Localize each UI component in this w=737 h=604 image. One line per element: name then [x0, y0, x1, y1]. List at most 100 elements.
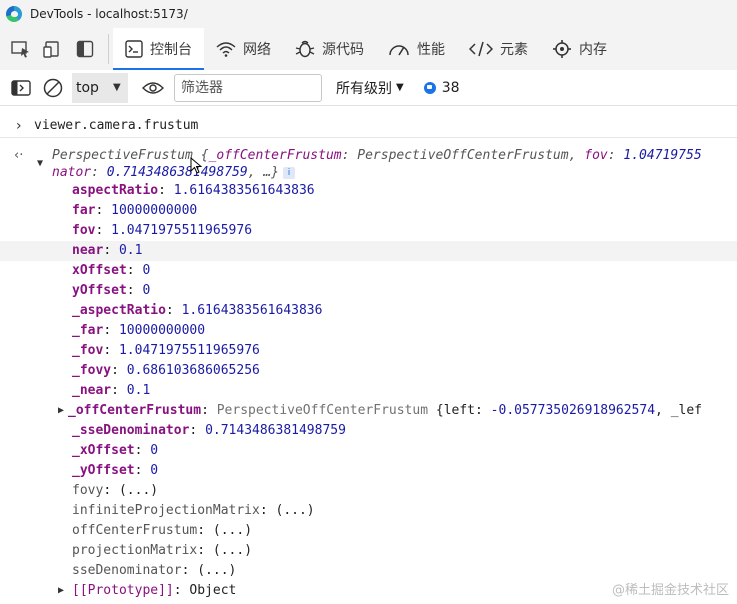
getter-key: infiniteProjectionMatrix [72, 503, 260, 518]
property-row: _near: 0.1 [72, 383, 151, 398]
message-count-badge[interactable]: 38 [423, 79, 460, 96]
prototype-value: Object [189, 583, 237, 598]
tab-elements-label: 元素 [500, 42, 528, 58]
property-value: 1.0471975511965976 [111, 223, 253, 238]
getter-value[interactable]: (...) [276, 503, 315, 518]
dock-side-icon[interactable] [74, 38, 96, 60]
caret-down-icon: ▼ [396, 82, 404, 93]
message-count: 38 [441, 79, 460, 96]
property-key: _far [72, 323, 104, 338]
summary-key: nator [52, 165, 92, 180]
tab-memory-label: 内存 [579, 42, 607, 58]
getter-value[interactable]: (...) [119, 483, 158, 498]
property-row: _xOffset: 0 [72, 443, 159, 458]
getter-key: fovy [72, 483, 104, 498]
property-key: _offCenterFrustum [68, 403, 202, 418]
property-row: _fovy: 0.686103686065256 [72, 363, 260, 378]
property-row: _far: 10000000000 [72, 323, 206, 338]
tab-performance[interactable]: 性能 [376, 28, 457, 70]
summary-value: 1.04719755 [623, 148, 702, 163]
expand-triangle-right-icon[interactable]: ▶ [58, 581, 64, 601]
clear-console-icon[interactable] [42, 77, 64, 99]
prototype-key: [[Prototype]] [72, 583, 174, 598]
property-key: _yOffset [72, 463, 135, 478]
summary-key: fov [584, 148, 608, 163]
log-levels-label: 所有级别 [336, 80, 392, 97]
device-emulation-icon[interactable] [42, 38, 64, 60]
getter-value[interactable]: (...) [197, 563, 236, 578]
getter-value[interactable]: (...) [213, 523, 252, 538]
expand-triangle-right-icon[interactable]: ▶ [58, 401, 64, 421]
title-bar: DevTools - localhost:5173/ [0, 0, 737, 28]
getter-row[interactable]: offCenterFrustum: (...) [0, 521, 737, 541]
tab-memory[interactable]: 内存 [540, 28, 619, 70]
property-value: 0 [142, 263, 151, 278]
toolbar-separator [108, 34, 109, 64]
performance-icon [388, 41, 410, 57]
context-selector[interactable]: top ▼ [72, 72, 128, 103]
live-expression-eye-icon[interactable] [142, 77, 164, 99]
property-key: xOffset [72, 263, 127, 278]
property-key: far [72, 203, 96, 218]
result-summary-line-2: nator: 0.7143486381498759, …} i [0, 163, 737, 183]
property-key: _sseDenominator [72, 423, 190, 438]
property-row: yOffset: 0 [72, 283, 151, 298]
getter-value[interactable]: (...) [213, 543, 252, 558]
property-key: near [72, 243, 104, 258]
getter-key: projectionMatrix [72, 543, 198, 558]
console-icon [125, 40, 143, 58]
tab-sources[interactable]: 源代码 [283, 28, 376, 70]
property-key: _near [72, 383, 112, 398]
getter-row[interactable]: infiniteProjectionMatrix: (...) [0, 501, 737, 521]
tab-console-label: 控制台 [150, 42, 192, 58]
property-value: 0 [142, 283, 151, 298]
tab-network[interactable]: 网络 [204, 28, 283, 70]
tab-elements[interactable]: 元素 [457, 28, 540, 70]
summary-class-name: PerspectiveFrustum [52, 148, 193, 163]
summary-tail: , …} [247, 165, 279, 180]
property-value: 1.6164383561643836 [173, 183, 315, 198]
chevron-right-icon: › [16, 118, 22, 134]
property-row: far: 10000000000 [72, 203, 198, 218]
getter-row[interactable]: sseDenominator: (...) [0, 561, 737, 581]
property-row: xOffset: 0 [72, 263, 151, 278]
wifi-icon [216, 41, 236, 57]
property-value: 1.6164383561643836 [181, 303, 323, 318]
property-row: _sseDenominator: 0.7143486381498759 [72, 423, 346, 438]
console-input-row: › viewer.camera.frustum [0, 116, 737, 136]
property-value: 1.0471975511965976 [118, 343, 260, 358]
expandable-property-row[interactable]: ▶ _offCenterFrustum: PerspectiveOffCente… [0, 401, 737, 421]
inspect-element-icon[interactable] [10, 38, 32, 60]
property-value: 0.7143486381498759 [205, 423, 346, 438]
console-toolbar: top ▼ 所有级别 ▼ 38 [0, 70, 737, 106]
getter-row[interactable]: fovy: (...) [0, 481, 737, 501]
context-selector-value: top [76, 79, 99, 96]
property-row: _yOffset: 0 [72, 463, 159, 478]
devtools-tab-bar: 控制台 网络 源代码 性能 元素 内存 [0, 28, 737, 70]
getter-row[interactable]: projectionMatrix: (...) [0, 541, 737, 561]
property-key: aspectRatio [72, 183, 159, 198]
property-value: 10000000000 [118, 323, 206, 338]
getter-key: sseDenominator [72, 563, 182, 578]
mouse-cursor-icon [190, 157, 202, 174]
console-output: › viewer.camera.frustum ‹· ▼ Perspective… [0, 107, 737, 604]
edge-logo-icon [6, 6, 22, 22]
getter-key: offCenterFrustum [72, 523, 198, 538]
property-row: _aspectRatio: 1.6164383561643836 [72, 303, 323, 318]
tab-console[interactable]: 控制台 [113, 28, 204, 70]
property-value: 10000000000 [111, 203, 198, 218]
log-levels-dropdown[interactable]: 所有级别 ▼ [336, 78, 404, 98]
property-preview-tail: , _lef [655, 403, 703, 418]
property-key: _fov [72, 343, 104, 358]
property-value: -0.057735026918962574 [490, 403, 656, 418]
code-icon [469, 41, 493, 57]
property-class: PerspectiveOffCenterFrustum [216, 403, 429, 418]
sidebar-toggle-icon[interactable] [10, 77, 32, 99]
summary-value: PerspectiveOffCenterFrustum [357, 148, 569, 163]
property-row: near: 0.1 [0, 241, 737, 261]
info-icon[interactable]: i [283, 166, 295, 179]
tab-network-label: 网络 [243, 42, 271, 58]
divider [0, 137, 737, 138]
property-value: 0.1 [126, 383, 151, 398]
filter-input[interactable] [174, 73, 322, 102]
